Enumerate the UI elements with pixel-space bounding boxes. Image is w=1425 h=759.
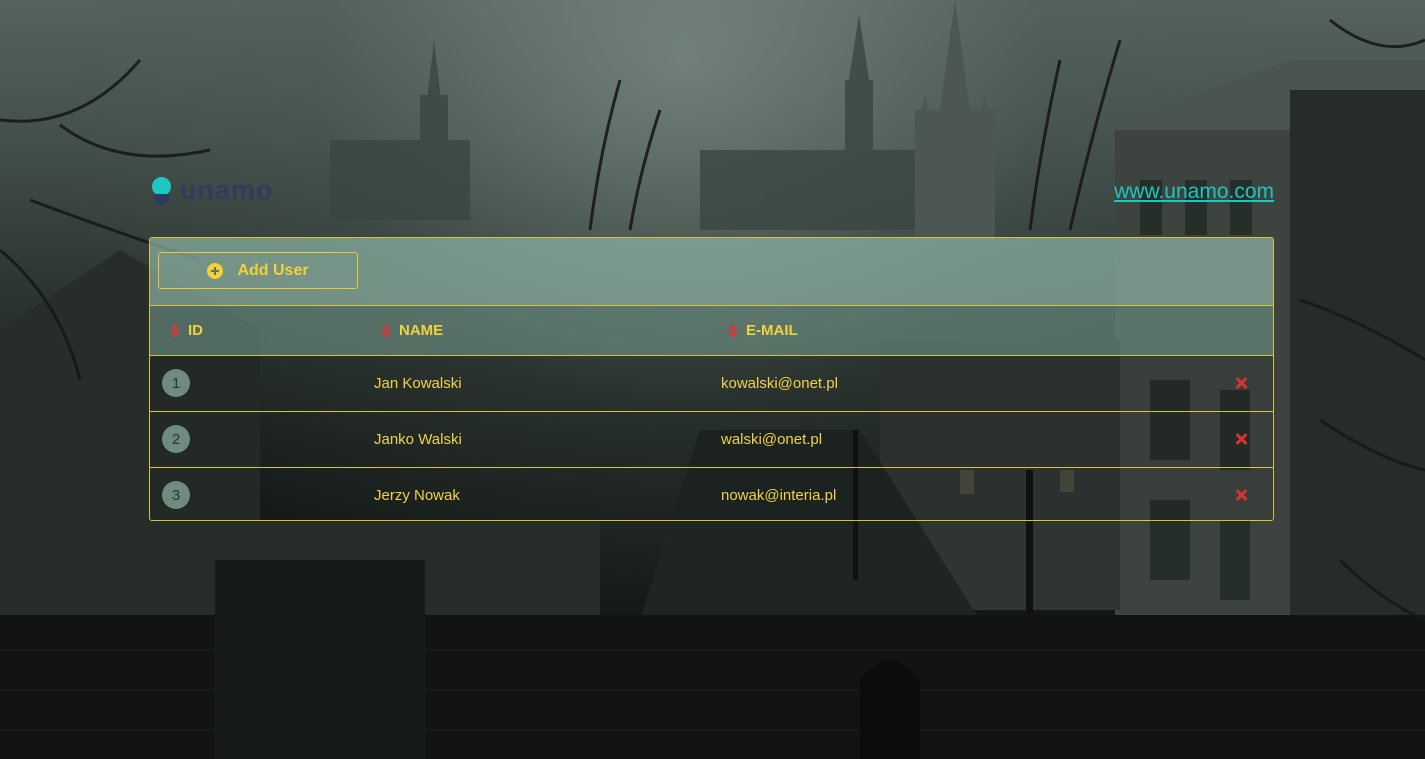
- website-link[interactable]: www.unamo.com: [1114, 180, 1274, 204]
- id-badge: 3: [162, 481, 190, 509]
- column-label: NAME: [399, 322, 444, 339]
- add-user-button[interactable]: Add User: [158, 252, 358, 289]
- sort-icon: [728, 323, 738, 338]
- user-name: Jerzy Nowak: [374, 487, 460, 504]
- user-email: walski@onet.pl: [721, 431, 823, 448]
- column-header-name[interactable]: NAME: [381, 306, 443, 355]
- table-header: ID NAME E-MAIL: [150, 306, 1273, 356]
- delete-icon[interactable]: [1235, 489, 1247, 501]
- delete-icon[interactable]: [1235, 377, 1247, 389]
- users-table-card: Add User ID NAME E-MAIL 1 Jan Kowalski k…: [149, 237, 1274, 521]
- logo[interactable]: unamo: [150, 174, 274, 206]
- sort-icon: [170, 323, 180, 338]
- column-header-id[interactable]: ID: [170, 306, 203, 355]
- column-label: ID: [188, 322, 203, 339]
- id-badge: 2: [162, 425, 190, 453]
- user-name: Jan Kowalski: [374, 375, 462, 392]
- column-header-email[interactable]: E-MAIL: [728, 306, 798, 355]
- column-label: E-MAIL: [746, 322, 798, 339]
- logo-text: unamo: [180, 174, 274, 205]
- user-name: Janko Walski: [374, 431, 462, 448]
- id-badge: 1: [162, 369, 190, 397]
- add-user-label: Add User: [237, 261, 309, 279]
- plus-circle-icon: [207, 262, 224, 279]
- table-toolbar: Add User: [150, 238, 1273, 306]
- table-row: 3 Jerzy Nowak nowak@interia.pl: [150, 468, 1273, 520]
- user-email: kowalski@onet.pl: [721, 375, 838, 392]
- user-email: nowak@interia.pl: [721, 487, 837, 504]
- logo-mark-icon: [150, 175, 172, 205]
- table-row: 2 Janko Walski walski@onet.pl: [150, 412, 1273, 468]
- delete-icon[interactable]: [1235, 433, 1247, 445]
- sort-icon: [381, 323, 391, 338]
- table-row: 1 Jan Kowalski kowalski@onet.pl: [150, 356, 1273, 412]
